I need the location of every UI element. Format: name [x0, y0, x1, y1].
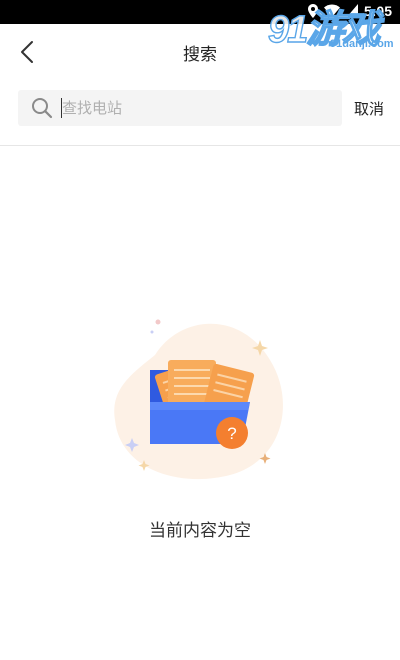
search-row: 取消 — [0, 90, 400, 126]
page-title: 搜索 — [183, 45, 217, 65]
question-mark-icon: ? — [227, 424, 236, 443]
sparkle-dot — [150, 330, 154, 334]
nav-bar: 搜索 — [0, 24, 400, 80]
cancel-button[interactable]: 取消 — [354, 98, 384, 119]
sparkle-dot — [155, 319, 161, 325]
empty-folder-illustration: ? — [114, 319, 283, 480]
text-cursor — [61, 98, 62, 118]
search-box[interactable] — [18, 90, 342, 126]
header-divider — [0, 145, 400, 146]
folder-front-highlight — [150, 402, 250, 410]
search-input[interactable] — [62, 95, 332, 121]
search-icon — [32, 98, 53, 119]
empty-state-message: 当前内容为空 — [149, 521, 251, 541]
